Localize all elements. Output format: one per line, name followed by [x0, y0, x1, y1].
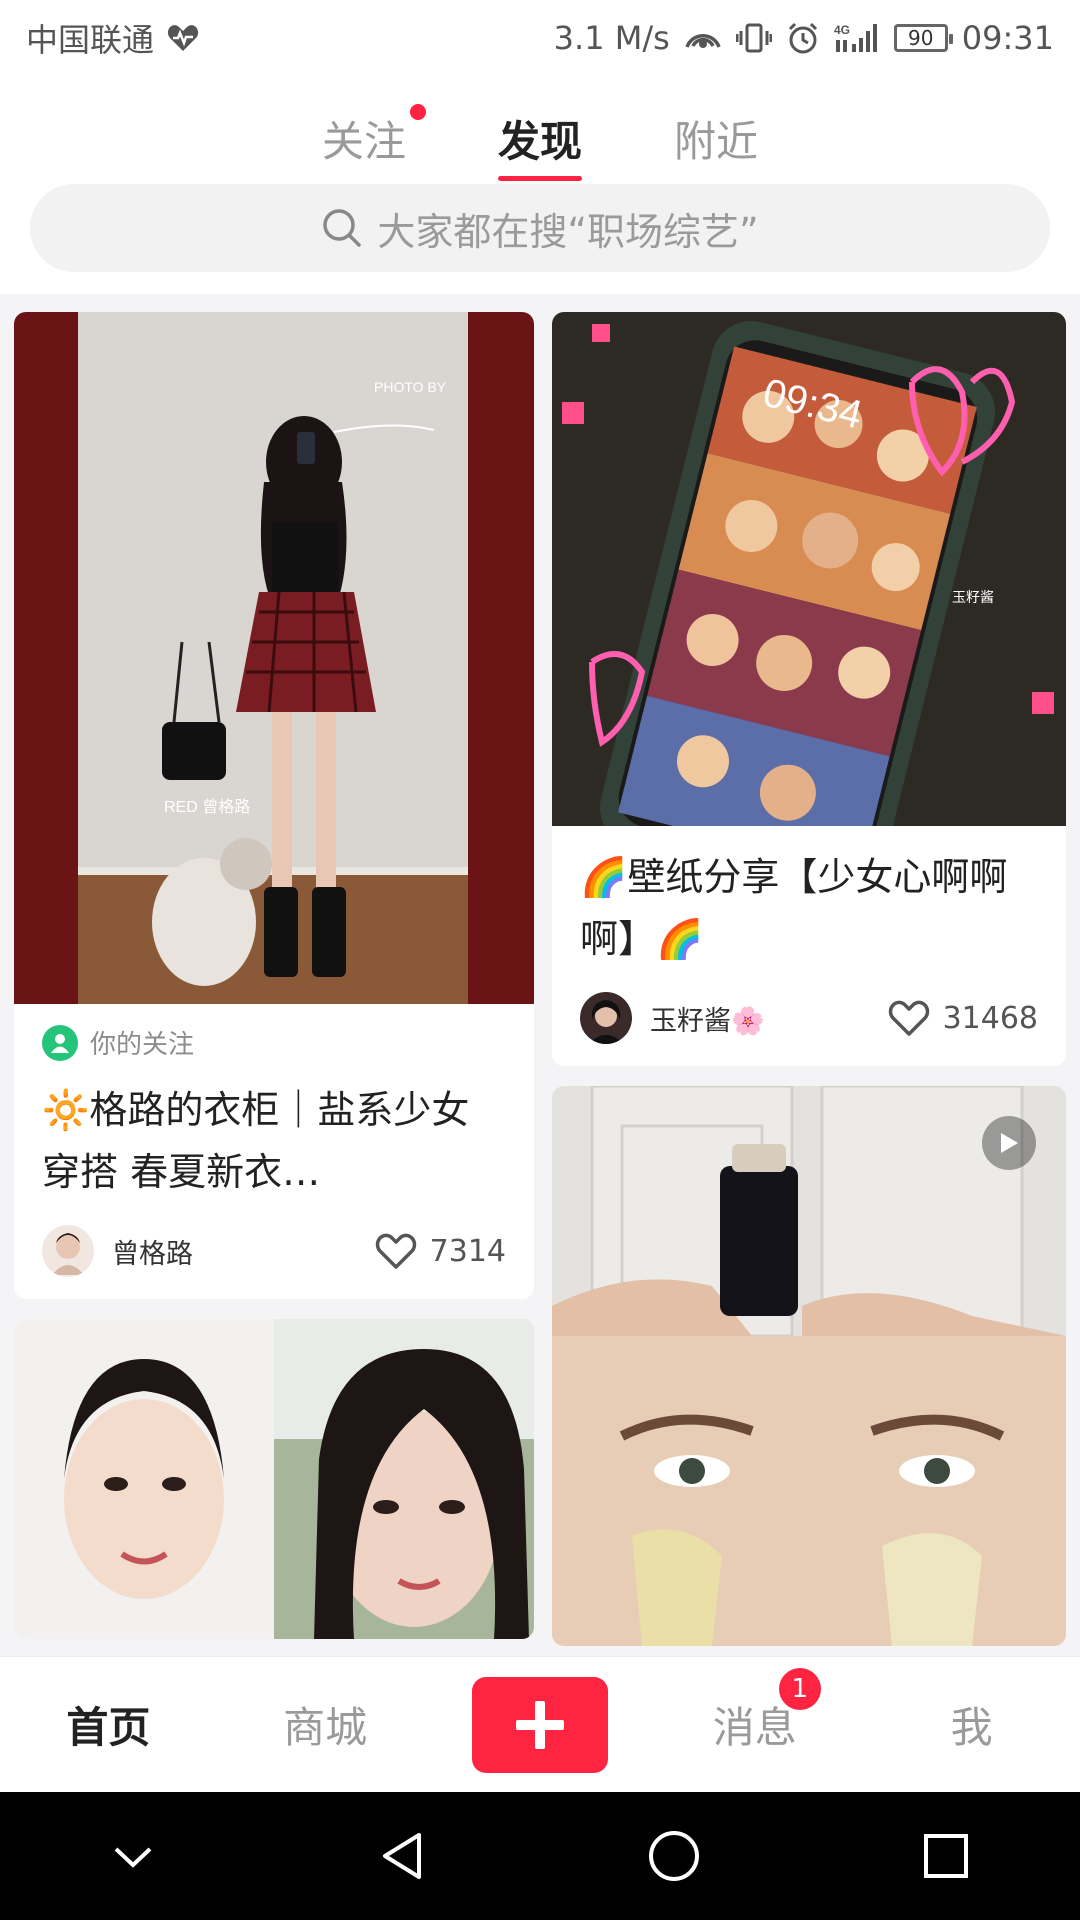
feed-tabs: 关注 发现 附近	[0, 98, 1080, 181]
like-button[interactable]: 7314	[374, 1231, 506, 1271]
note-card[interactable]	[14, 1319, 534, 1639]
author-name: 曾格路	[112, 1238, 193, 1270]
author-name: 玉籽酱🌸	[650, 1005, 765, 1037]
like-count: 7314	[429, 1233, 506, 1269]
avatar[interactable]	[42, 1225, 94, 1277]
bottom-nav: 首页 商城 消息 1 我	[0, 1656, 1080, 1792]
status-bar: 中国联通 3.1 M/s 4G 90 09:31	[0, 0, 1080, 76]
tab-following[interactable]: 关注	[316, 98, 426, 179]
vibrate-icon	[735, 22, 772, 54]
nav-messages[interactable]: 消息 1	[685, 1668, 825, 1755]
carrier-label: 中国联通	[26, 21, 155, 59]
collapse-icon[interactable]	[110, 1841, 156, 1871]
note-title[interactable]: 🔆格路的衣柜｜盐系少女穿搭 春夏新衣…	[42, 1079, 506, 1203]
note-title[interactable]: 🌈壁纸分享【少女心啊啊啊】🌈	[580, 846, 1038, 970]
svg-text:RED 曾格路: RED 曾格路	[164, 798, 250, 816]
new-content-dot	[409, 104, 426, 120]
author-info[interactable]: 曾格路	[42, 1225, 193, 1277]
feed-column-right: 09:34 玉籽酱 🌈壁纸分享【少女心啊啊啊】🌈 玉籽酱🌸 31468	[552, 312, 1066, 1656]
like-count: 31468	[942, 1000, 1038, 1036]
note-card-body: 你的关注 🔆格路的衣柜｜盐系少女穿搭 春夏新衣… 曾格路 7314	[14, 1004, 534, 1299]
network-speed: 3.1 M/s	[553, 19, 670, 57]
video-play-icon	[982, 1116, 1036, 1170]
alarm-icon	[786, 21, 820, 55]
battery-indicator: 90	[893, 24, 953, 52]
tab-discover-label: 发现	[497, 117, 582, 166]
hotspot-icon	[684, 22, 722, 54]
search-placeholder: 大家都在搜“职场综艺”	[377, 209, 759, 254]
svg-text:PHOTO BY: PHOTO BY	[374, 379, 447, 395]
note-meta: 曾格路 7314	[42, 1225, 506, 1277]
tab-following-label: 关注	[321, 117, 406, 166]
heart-icon	[887, 998, 931, 1038]
heart-pulse-icon	[166, 23, 200, 53]
feed-column-left: RED 曾格路 PHOTO BY 你的关注 🔆格路的衣柜｜盐系少女穿搭 春夏新衣…	[14, 312, 534, 1656]
note-meta: 玉籽酱🌸 31468	[580, 992, 1038, 1044]
nav-me[interactable]: 我	[902, 1694, 1042, 1755]
note-card-body: 🌈壁纸分享【少女心啊啊啊】🌈 玉籽酱🌸 31468	[552, 826, 1066, 1066]
screen: 中国联通 3.1 M/s 4G 90 09:31 关注 发现 附近 大家都在搜“…	[0, 0, 1080, 1920]
feed[interactable]: RED 曾格路 PHOTO BY 你的关注 🔆格路的衣柜｜盐系少女穿搭 春夏新衣…	[0, 294, 1080, 1656]
plus-icon	[512, 1697, 568, 1753]
note-cover-image[interactable]	[552, 1086, 1066, 1646]
top-header: 关注 发现 附近 大家都在搜“职场综艺”	[0, 76, 1080, 294]
following-tag: 你的关注	[42, 1024, 506, 1061]
note-card[interactable]: RED 曾格路 PHOTO BY 你的关注 🔆格路的衣柜｜盐系少女穿搭 春夏新衣…	[14, 312, 534, 1299]
search-bar[interactable]: 大家都在搜“职场综艺”	[30, 184, 1050, 272]
note-cover-image[interactable]: RED 曾格路 PHOTO BY	[14, 312, 534, 1004]
author-info[interactable]: 玉籽酱🌸	[580, 992, 765, 1044]
message-badge: 1	[778, 1668, 821, 1710]
user-icon	[42, 1024, 78, 1061]
tab-nearby-label: 附近	[674, 117, 759, 166]
like-button[interactable]: 31468	[887, 998, 1038, 1038]
note-cover-image[interactable]	[14, 1319, 534, 1639]
following-tag-label: 你的关注	[90, 1030, 195, 1060]
nav-messages-label: 消息	[712, 1703, 797, 1752]
create-post-button[interactable]	[471, 1676, 608, 1773]
system-nav-bar	[0, 1792, 1080, 1920]
avatar[interactable]	[580, 992, 632, 1044]
svg-text:玉籽酱: 玉籽酱	[952, 589, 994, 605]
status-left: 中国联通	[26, 15, 200, 61]
note-card[interactable]: 09:34 玉籽酱 🌈壁纸分享【少女心啊啊啊】🌈 玉籽酱🌸 31468	[552, 312, 1066, 1066]
nav-home[interactable]: 首页	[38, 1694, 178, 1755]
back-icon[interactable]	[377, 1829, 427, 1883]
nav-mall[interactable]: 商城	[255, 1694, 395, 1755]
note-card[interactable]	[552, 1086, 1066, 1646]
tab-discover[interactable]: 发现	[492, 98, 588, 181]
tab-nearby[interactable]: 附近	[668, 98, 764, 179]
clock: 09:31	[961, 19, 1054, 57]
svg-text:4G: 4G	[834, 23, 850, 37]
recents-icon[interactable]	[922, 1832, 970, 1880]
note-cover-image[interactable]: 09:34 玉籽酱	[552, 312, 1066, 826]
status-right: 3.1 M/s 4G 90 09:31	[554, 19, 1054, 57]
heart-icon	[374, 1231, 418, 1271]
search-icon	[321, 207, 363, 249]
home-circle-icon[interactable]	[647, 1829, 701, 1883]
signal-4g-icon: 4G	[834, 22, 880, 54]
